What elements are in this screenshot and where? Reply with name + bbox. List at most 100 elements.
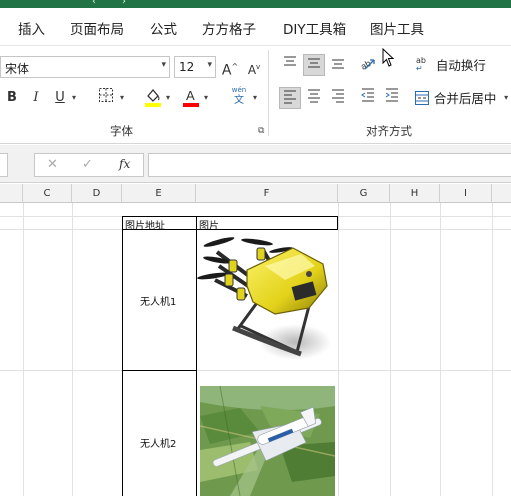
align-center-icon xyxy=(308,89,320,103)
chevron-down-icon[interactable]: ▾ xyxy=(204,93,208,102)
phonetic-bottom-label: 文 xyxy=(234,95,244,106)
align-bottom-button[interactable] xyxy=(327,54,349,76)
back-arrow-icon[interactable]: ‹ xyxy=(92,0,96,7)
align-middle-button[interactable] xyxy=(303,54,325,76)
wrap-text-button[interactable]: ab ↵ 自动换行 xyxy=(416,55,486,77)
drone-1-image[interactable] xyxy=(197,230,337,368)
confirm-icon[interactable]: ✓ xyxy=(82,157,93,172)
align-bottom-icon xyxy=(332,59,344,69)
font-name-value: 宋体 xyxy=(5,62,30,76)
alignment-group-label: 对齐方式 xyxy=(366,124,412,138)
paint-bucket-icon xyxy=(145,88,161,107)
svg-text:A: A xyxy=(186,88,195,103)
column-header-bar: C D E F G H I xyxy=(0,184,511,203)
grid-line xyxy=(0,370,511,371)
tab-diy-toolbox[interactable]: DIY工具箱 xyxy=(283,18,346,38)
name-box[interactable] xyxy=(0,153,8,177)
chevron-down-icon[interactable]: ▾ xyxy=(253,93,257,102)
fill-color-button[interactable] xyxy=(142,87,164,109)
cell-drone-1-label[interactable]: 无人机1 xyxy=(140,293,176,308)
chevron-down-icon[interactable]: ▾ xyxy=(72,93,76,102)
font-color-button[interactable]: A xyxy=(180,87,202,109)
grow-font-button[interactable]: A^ xyxy=(219,56,241,79)
column-header-i[interactable]: I xyxy=(440,184,492,203)
shrink-font-label: A xyxy=(247,63,257,77)
decrease-indent-icon xyxy=(361,88,374,102)
mouse-pointer-icon xyxy=(382,48,395,67)
tab-picture-tools[interactable]: 图片工具 xyxy=(370,18,424,38)
grid-line xyxy=(492,203,493,496)
font-size-value: 12 xyxy=(179,60,195,74)
column-header-e[interactable]: E xyxy=(122,184,196,203)
column-header-partial[interactable] xyxy=(0,184,23,203)
chevron-down-icon: ▾ xyxy=(161,60,166,70)
drone-2-image[interactable] xyxy=(200,386,335,496)
font-size-combo[interactable]: 12 ▾ xyxy=(174,56,216,78)
phonetic-top-label: wén xyxy=(231,86,247,94)
font-group-label: 字体 xyxy=(110,124,133,138)
tab-formulas[interactable]: 公式 xyxy=(150,18,177,38)
align-right-icon xyxy=(332,89,344,103)
chevron-down-icon[interactable]: ▾ xyxy=(120,93,124,102)
font-name-combo[interactable]: 宋体 ▾ xyxy=(0,56,170,78)
orientation-icon: ab xyxy=(359,58,375,72)
table-border xyxy=(337,216,338,230)
italic-button[interactable]: I xyxy=(25,87,47,109)
grid-line xyxy=(338,203,339,496)
wrap-text-label: 自动换行 xyxy=(435,58,486,73)
column-header-h[interactable]: H xyxy=(390,184,440,203)
column-header-c[interactable]: C xyxy=(23,184,72,203)
ribbon-tab-bar: 插入 页面布局 公式 方方格子 DIY工具箱 图片工具 xyxy=(0,8,511,46)
forward-arrow-icon[interactable]: › xyxy=(122,0,126,7)
insert-function-icon[interactable]: fx xyxy=(119,157,130,171)
ribbon-panel: 宋体 ▾ 12 ▾ A^ Av B I U ▾ ▾ ▾ A ▾ wén 文 ▾ … xyxy=(0,46,511,144)
column-header-d[interactable]: D xyxy=(72,184,122,203)
align-left-button[interactable] xyxy=(279,87,301,109)
title-bar: ‹ › xyxy=(0,0,511,8)
grid-line xyxy=(390,203,391,496)
increase-indent-button[interactable] xyxy=(381,87,403,109)
grid-line xyxy=(440,203,441,496)
column-header-f[interactable]: F xyxy=(196,184,338,203)
table-border xyxy=(122,370,196,371)
formula-actions: ✕ ✓ fx xyxy=(34,153,144,177)
tab-insert[interactable]: 插入 xyxy=(18,18,45,38)
grid-line xyxy=(23,203,24,496)
merge-center-label: 合并后居中 xyxy=(433,91,497,106)
header-cell-image-address[interactable]: 图片地址 xyxy=(125,217,165,232)
formula-input[interactable] xyxy=(148,153,511,177)
text-orientation-button[interactable]: ab xyxy=(357,54,379,76)
align-center-button[interactable] xyxy=(303,87,325,109)
increase-indent-icon xyxy=(385,88,398,102)
grow-font-label: A xyxy=(221,62,232,79)
font-color-icon: A xyxy=(183,88,199,107)
border-icon xyxy=(99,88,113,102)
align-left-icon xyxy=(284,90,296,104)
wrap-text-icon: ab ↵ xyxy=(416,55,426,73)
tab-fangfang-grid[interactable]: 方方格子 xyxy=(202,18,256,38)
formula-bar: ✕ ✓ fx xyxy=(0,145,511,183)
align-right-button[interactable] xyxy=(327,87,349,109)
merge-cells-icon xyxy=(415,90,429,105)
chevron-down-icon: ▾ xyxy=(207,60,212,70)
chevron-down-icon[interactable]: ▾ xyxy=(166,93,170,102)
decrease-indent-button[interactable] xyxy=(357,87,379,109)
merge-center-button[interactable]: 合并后居中 ▾ xyxy=(414,88,508,110)
column-header-g[interactable]: G xyxy=(338,184,390,203)
align-top-button[interactable] xyxy=(279,54,301,76)
table-border xyxy=(122,216,123,496)
cancel-icon[interactable]: ✕ xyxy=(47,157,58,172)
chevron-down-icon[interactable]: ▾ xyxy=(504,93,508,102)
border-button[interactable] xyxy=(95,87,117,109)
group-divider xyxy=(268,50,269,136)
shrink-font-button[interactable]: Av xyxy=(243,56,265,78)
bold-button[interactable]: B xyxy=(1,87,23,109)
dialog-launcher-icon[interactable]: ⧉ xyxy=(258,126,264,136)
align-top-icon xyxy=(284,56,296,66)
underline-button[interactable]: U xyxy=(49,87,71,109)
phonetic-guide-button[interactable]: wén 文 xyxy=(226,86,252,110)
align-middle-icon xyxy=(308,58,320,68)
cell-drone-2-label[interactable]: 无人机2 xyxy=(140,435,176,450)
grid-line xyxy=(72,203,73,496)
tab-page-layout[interactable]: 页面布局 xyxy=(70,18,124,38)
